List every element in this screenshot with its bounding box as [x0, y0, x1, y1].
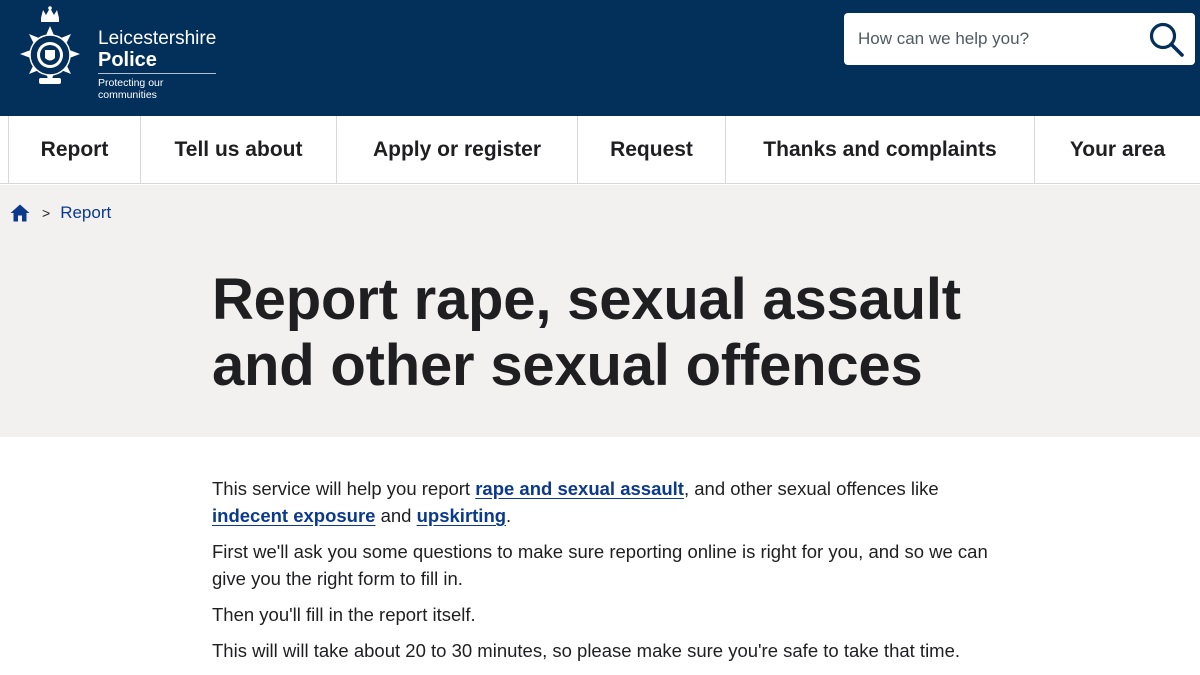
page-header-band: > Report Report rape, sexual assault and… [0, 185, 1200, 437]
search-input[interactable] [844, 13, 1134, 65]
nav-item-apply-or-register[interactable]: Apply or register [337, 116, 578, 184]
intro-text-2: , and other sexual offences like [683, 478, 939, 499]
nav-item-request[interactable]: Request [578, 116, 726, 184]
search-button[interactable] [1147, 20, 1187, 60]
breadcrumb-separator: > [42, 205, 51, 221]
intro-text-1: This service will help you report [212, 478, 476, 499]
nav-item-tell-us-about[interactable]: Tell us about [141, 116, 337, 184]
search-box [844, 13, 1195, 65]
nav-item-thanks-and-complaints[interactable]: Thanks and complaints [726, 116, 1035, 184]
link-indecent-exposure[interactable]: indecent exposure [212, 505, 375, 526]
site-logo[interactable]: Leicestershire Police Protecting our com… [8, 6, 218, 102]
intro-text-3: and [375, 505, 417, 526]
police-crest-icon [20, 6, 80, 84]
report-paragraph: Then you'll fill in the report itself. [212, 604, 476, 625]
breadcrumb: > Report [10, 203, 111, 223]
logo-text: Leicestershire Police Protecting our com… [98, 28, 218, 101]
logo-tagline: Protecting our communities [98, 77, 164, 101]
main-nav: Report Tell us about Apply or register R… [0, 116, 1200, 184]
logo-divider [98, 73, 216, 74]
nav-item-report[interactable]: Report [8, 116, 141, 184]
nav-item-your-area[interactable]: Your area [1035, 116, 1200, 184]
duration-paragraph: This will will take about 20 to 30 minut… [212, 640, 961, 661]
search-icon [1149, 22, 1184, 57]
logo-line2: Police [98, 49, 157, 71]
main-content: This service will help you report rape a… [212, 475, 992, 673]
link-upskirting[interactable]: upskirting [417, 505, 506, 526]
page-title: Report rape, sexual assault and other se… [212, 267, 961, 398]
breadcrumb-link-report[interactable]: Report [60, 203, 111, 223]
home-icon[interactable] [10, 203, 30, 223]
intro-text-4: . [506, 505, 512, 526]
link-rape-and-sexual-assault[interactable]: rape and sexual assault [475, 478, 684, 499]
logo-line1: Leicestershire [98, 28, 217, 49]
questions-paragraph: First we'll ask you some questions to ma… [212, 541, 988, 589]
site-header: Leicestershire Police Protecting our com… [0, 0, 1200, 116]
intro-paragraph: This service will help you report rape a… [212, 475, 992, 529]
